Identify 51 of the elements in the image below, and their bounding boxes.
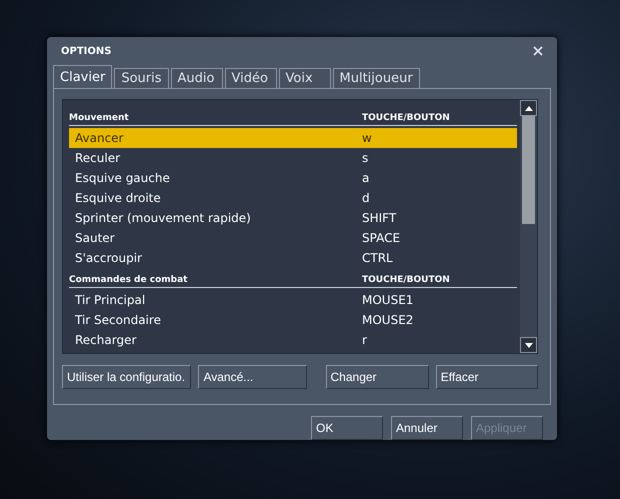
action-label: Tir Principal bbox=[75, 293, 146, 307]
tab[interactable]: Multijoueur bbox=[332, 68, 420, 88]
action-label: Sauter bbox=[75, 231, 116, 245]
action-label: Recharger bbox=[75, 333, 138, 347]
tab[interactable]: Souris bbox=[114, 68, 168, 88]
section-header: Commandes de combat bbox=[69, 275, 188, 285]
column-header: TOUCHE/BOUTON bbox=[362, 275, 450, 285]
tab[interactable]: Audio bbox=[170, 68, 222, 88]
action-button[interactable]: Effacer bbox=[436, 365, 538, 389]
binding-row[interactable]: Sauter SPACE bbox=[69, 228, 517, 248]
action-label: S'accroupir bbox=[75, 251, 143, 265]
column-header: TOUCHE/BOUTON bbox=[362, 113, 450, 123]
binding-row[interactable]: Esquive gauche a bbox=[69, 168, 517, 188]
binding-row[interactable]: Sprinter (mouvement rapide) SHIFT bbox=[69, 208, 517, 228]
binding-row[interactable]: Tir Secondaire MOUSE2 bbox=[69, 310, 517, 330]
action-button[interactable]: Utiliser la configuratio. bbox=[62, 365, 192, 389]
key-label: s bbox=[362, 151, 368, 165]
action-label: Esquive gauche bbox=[75, 171, 171, 185]
binding-row[interactable]: S'accroupir CTRL bbox=[69, 248, 517, 268]
dialog-button[interactable]: Annuler bbox=[391, 416, 463, 440]
key-label: d bbox=[362, 191, 370, 205]
key-label: r bbox=[362, 333, 367, 347]
binding-row[interactable]: Reculer s bbox=[69, 148, 517, 168]
key-label: w bbox=[362, 131, 372, 145]
tab[interactable]: Clavier bbox=[53, 65, 112, 88]
action-button[interactable]: Avancé... bbox=[198, 365, 307, 389]
tab[interactable]: Vidéo bbox=[224, 68, 276, 88]
action-button[interactable]: Changer bbox=[326, 365, 429, 389]
window-title: OPTIONS bbox=[61, 46, 112, 56]
binding-row[interactable]: Recharger r bbox=[69, 330, 517, 350]
key-label: SHIFT bbox=[362, 211, 396, 225]
action-label: Reculer bbox=[75, 151, 122, 165]
dialog-button[interactable]: OK bbox=[311, 416, 383, 440]
section-header: Mouvement bbox=[69, 113, 130, 123]
action-label: Avancer bbox=[75, 131, 124, 145]
action-label: Sprinter (mouvement rapide) bbox=[75, 211, 252, 225]
tab[interactable]: Voix bbox=[278, 68, 330, 88]
action-label: Esquive droite bbox=[75, 191, 162, 205]
key-label: CTRL bbox=[362, 251, 393, 265]
scrollbar[interactable] bbox=[520, 100, 537, 353]
key-label: MOUSE1 bbox=[362, 293, 414, 307]
key-label: SPACE bbox=[362, 231, 400, 245]
binding-row[interactable]: Avancer w bbox=[69, 128, 517, 148]
key-label: MOUSE2 bbox=[362, 313, 414, 327]
key-label: a bbox=[362, 171, 370, 185]
scroll-up-icon[interactable] bbox=[520, 100, 537, 116]
binding-row[interactable]: Esquive droite d bbox=[69, 188, 517, 208]
binding-row[interactable]: Tir Principal MOUSE1 bbox=[69, 290, 517, 310]
close-icon[interactable] bbox=[533, 46, 543, 56]
scroll-down-icon[interactable] bbox=[520, 337, 537, 353]
action-label: Tir Secondaire bbox=[75, 313, 162, 327]
